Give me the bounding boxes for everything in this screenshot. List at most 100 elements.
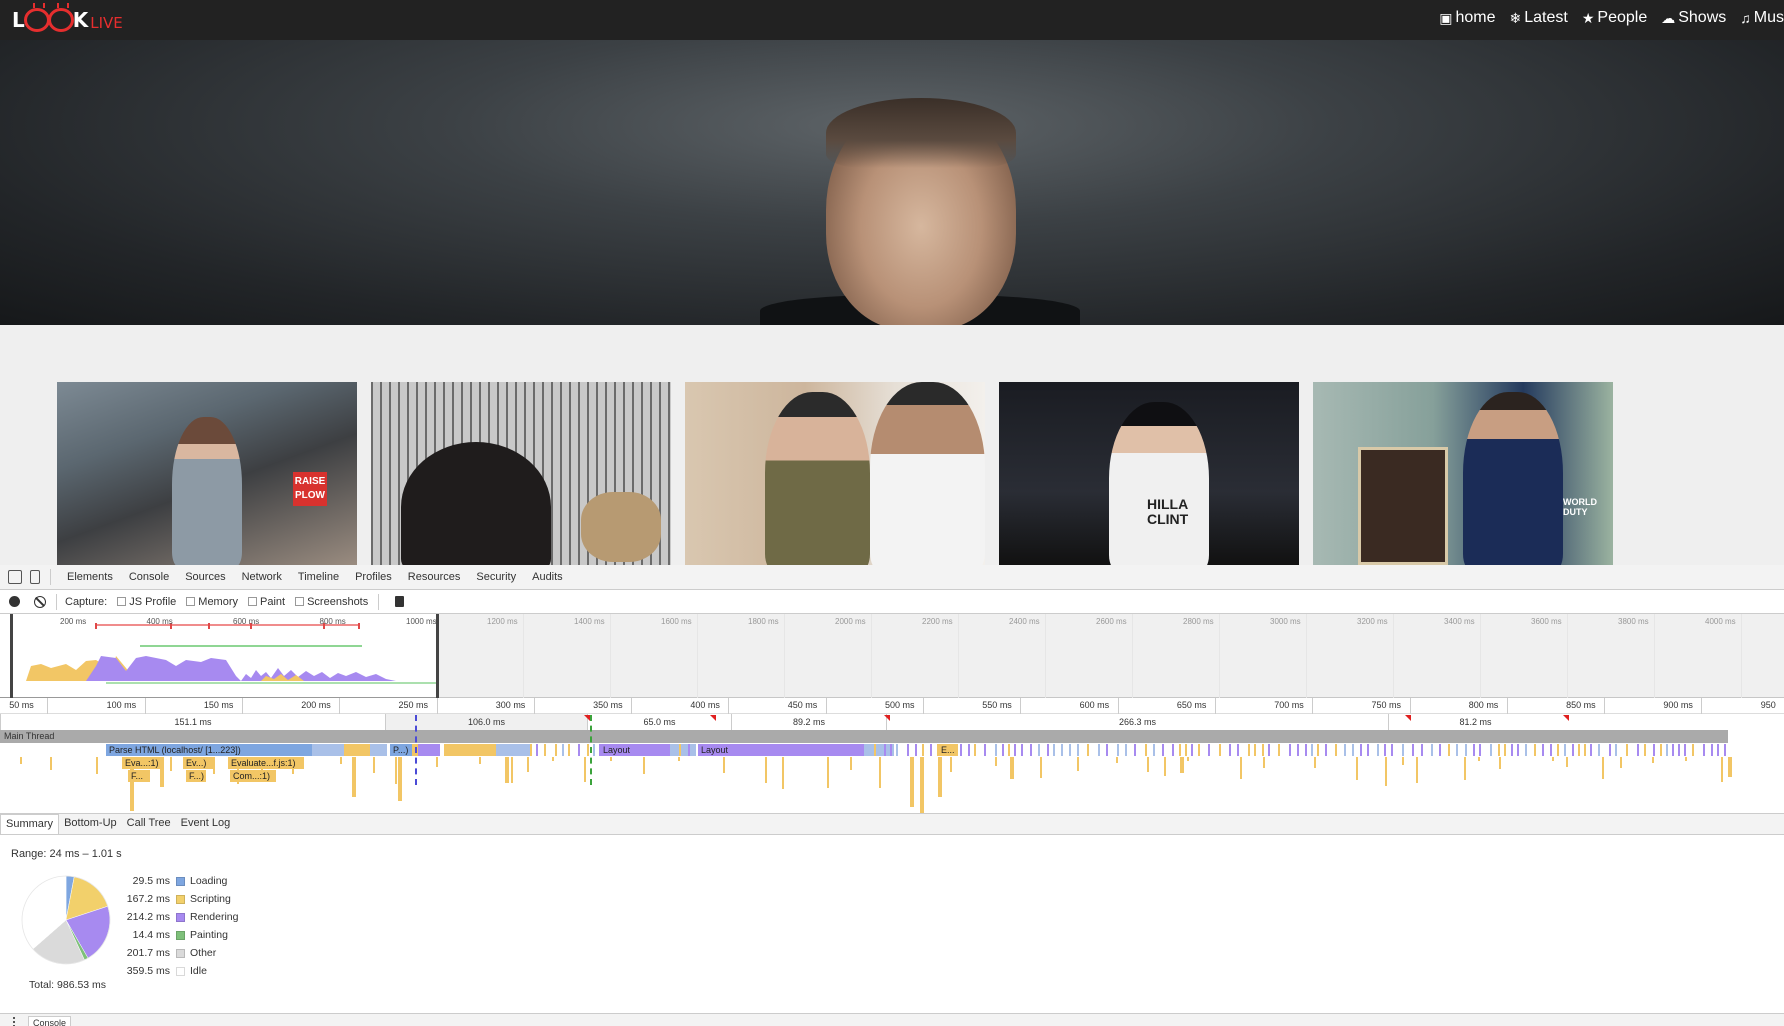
flame-event[interactable] (552, 757, 554, 761)
function-call-event[interactable]: F...) (186, 770, 206, 782)
flame-event[interactable] (1703, 744, 1705, 756)
checkbox-memory[interactable]: Memory (186, 596, 238, 608)
flame-event[interactable] (1684, 744, 1686, 756)
compile-event[interactable]: Com...:1) (230, 770, 276, 782)
flame-event[interactable] (974, 744, 976, 756)
details-tab-call-tree[interactable]: Call Tree (122, 814, 176, 834)
checkbox-screenshots[interactable]: Screenshots (295, 596, 368, 608)
flame-event[interactable] (884, 744, 886, 756)
checkbox-js-profile[interactable]: JS Profile (117, 596, 176, 608)
checkbox-box[interactable] (186, 597, 196, 606)
flame-event[interactable] (1685, 757, 1687, 761)
flame-event[interactable] (587, 744, 589, 756)
flame-event[interactable] (1557, 744, 1559, 756)
nav-link-latest[interactable]: ❄ Latest (1510, 9, 1568, 27)
flame-event[interactable] (527, 757, 529, 772)
flame-event[interactable] (1002, 744, 1004, 756)
flame-event[interactable] (562, 744, 564, 756)
flame-event[interactable] (578, 744, 580, 756)
flame-event[interactable] (1254, 744, 1256, 756)
more-options-icon[interactable] (13, 1017, 15, 1026)
flame-event[interactable] (1087, 744, 1089, 756)
flame-event[interactable] (1098, 744, 1100, 756)
flame-event[interactable] (213, 757, 215, 774)
flame-event[interactable] (1030, 744, 1032, 756)
details-tab-bottom-up[interactable]: Bottom-Up (59, 814, 122, 834)
timeline-overview[interactable]: 200 ms 400 ms 600 ms 800 ms 1000 ms 1200 ms 14… (0, 614, 1784, 698)
flame-event[interactable] (1711, 744, 1713, 756)
tab-timeline[interactable]: Timeline (290, 571, 347, 583)
flame-event[interactable] (1590, 744, 1592, 756)
record-icon[interactable] (9, 596, 20, 607)
flame-event[interactable] (568, 744, 570, 756)
checkbox-paint[interactable]: Paint (248, 596, 285, 608)
flame-event[interactable] (907, 744, 909, 756)
flame-event[interactable] (1534, 744, 1536, 756)
flame-event[interactable] (1416, 757, 1418, 783)
flame-event[interactable] (1660, 744, 1662, 756)
site-logo[interactable]: L K LIVE (12, 6, 123, 34)
flame-event[interactable] (1367, 744, 1369, 756)
overview-right-handle[interactable] (436, 614, 439, 698)
flame-event[interactable] (544, 744, 546, 756)
flame-event[interactable] (723, 757, 725, 773)
tab-console[interactable]: Console (121, 571, 177, 583)
flame-event[interactable] (1498, 744, 1500, 756)
flame-event[interactable] (1692, 744, 1694, 756)
evaluate-event[interactable]: Evaluate...f.js:1) (228, 757, 304, 769)
tab-audits[interactable]: Audits (524, 571, 571, 583)
flame-event[interactable] (1511, 744, 1513, 756)
flame-event[interactable] (910, 757, 914, 807)
flame-event[interactable] (1402, 744, 1404, 756)
flame-event[interactable] (1263, 757, 1265, 768)
flame-event[interactable] (1240, 757, 1242, 779)
flame-event[interactable] (1490, 744, 1492, 756)
flame-event[interactable] (1431, 744, 1433, 756)
flame-event[interactable] (340, 757, 342, 764)
flame-event[interactable] (1620, 757, 1622, 768)
thumbnail-woman-night[interactable]: HILLA CLINT (999, 382, 1299, 565)
flame-event[interactable] (678, 757, 680, 761)
flame-event[interactable] (1198, 744, 1200, 756)
trash-icon[interactable] (395, 596, 405, 607)
flame-event[interactable] (398, 757, 402, 801)
flame-event[interactable] (1077, 744, 1079, 756)
flame-event[interactable] (584, 757, 586, 782)
flame-event[interactable] (922, 744, 924, 756)
flame-event[interactable] (950, 757, 952, 772)
flame-event[interactable] (960, 744, 962, 756)
flame-event[interactable] (1377, 744, 1379, 756)
flame-event[interactable] (1644, 744, 1646, 756)
flame-event[interactable] (444, 744, 496, 756)
frame-duration[interactable]: 89.2 ms (731, 714, 886, 730)
flame-event[interactable] (896, 744, 898, 756)
flame-event[interactable] (1147, 757, 1149, 772)
flame-event[interactable] (930, 744, 932, 756)
flame-event[interactable] (1504, 744, 1506, 756)
flame-event[interactable] (765, 757, 767, 783)
thumbnail-man-suit[interactable]: WORLD DUTY (1313, 382, 1613, 565)
flame-event[interactable] (1384, 744, 1386, 756)
device-mode-icon[interactable] (30, 570, 40, 584)
flame-event[interactable] (610, 757, 612, 761)
thumbnail-woman-phone[interactable]: RAISE PLOW (57, 382, 357, 565)
layout-event[interactable]: Layout (698, 744, 864, 756)
evaluate-event[interactable]: Eva...:1) (122, 757, 164, 769)
flame-event[interactable] (1237, 744, 1239, 756)
flame-event[interactable] (1010, 757, 1014, 779)
flame-event[interactable] (1473, 744, 1475, 756)
flame-event[interactable] (1672, 744, 1674, 756)
flame-event[interactable] (1314, 757, 1316, 768)
flame-event[interactable] (1391, 744, 1393, 756)
flame-event[interactable] (395, 757, 397, 784)
flame-event[interactable] (1448, 744, 1450, 756)
flame-event[interactable] (1421, 744, 1423, 756)
flame-event[interactable] (1077, 757, 1079, 771)
flame-event[interactable] (1116, 757, 1118, 763)
flame-event[interactable] (1552, 757, 1554, 761)
flame-event[interactable] (1162, 744, 1164, 756)
flame-event[interactable] (1187, 757, 1189, 761)
nav-link-people[interactable]: ★ People (1582, 9, 1647, 27)
flame-event[interactable] (1219, 744, 1221, 756)
flame-event[interactable] (1325, 744, 1327, 756)
